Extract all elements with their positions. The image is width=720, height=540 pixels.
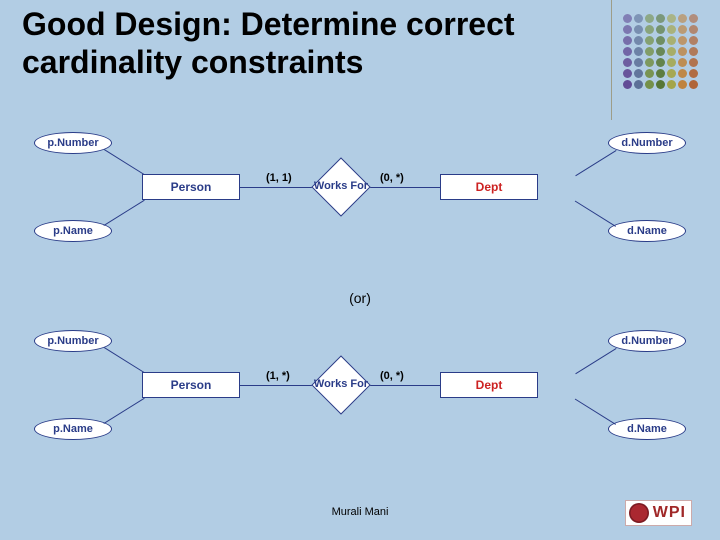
- entity-person: Person: [142, 372, 240, 398]
- wpi-logo: WPI: [625, 500, 692, 526]
- entity-person: Person: [142, 174, 240, 200]
- attr-d-name: d.Name: [608, 220, 686, 242]
- wpi-logo-text: WPI: [653, 504, 686, 522]
- entity-dept: Dept: [440, 372, 538, 398]
- footer-author: Murali Mani: [0, 506, 720, 518]
- attr-p-name: p.Name: [34, 220, 112, 242]
- er-diagram-2: p.Number p.Name d.Number d.Name Person D…: [34, 330, 686, 460]
- decorative-divider: [611, 0, 612, 120]
- decorative-dot-grid: [621, 14, 698, 91]
- attr-d-number: d.Number: [608, 132, 686, 154]
- page-title: Good Design: Determine correct cardinali…: [22, 6, 582, 82]
- attr-p-number: p.Number: [34, 330, 112, 352]
- relationship-works-for: Works For: [312, 356, 370, 414]
- attr-p-name: p.Name: [34, 418, 112, 440]
- er-diagram-1: p.Number p.Name d.Number d.Name Person D…: [34, 132, 686, 262]
- cardinality-right: (0, *): [380, 370, 404, 382]
- attr-d-number: d.Number: [608, 330, 686, 352]
- or-label: (or): [0, 290, 720, 306]
- cardinality-left: (1, 1): [266, 172, 292, 184]
- wpi-seal-icon: [629, 503, 649, 523]
- cardinality-left: (1, *): [266, 370, 290, 382]
- entity-dept: Dept: [440, 174, 538, 200]
- cardinality-right: (0, *): [380, 172, 404, 184]
- attr-p-number: p.Number: [34, 132, 112, 154]
- attr-d-name: d.Name: [608, 418, 686, 440]
- relationship-works-for: Works For: [312, 158, 370, 216]
